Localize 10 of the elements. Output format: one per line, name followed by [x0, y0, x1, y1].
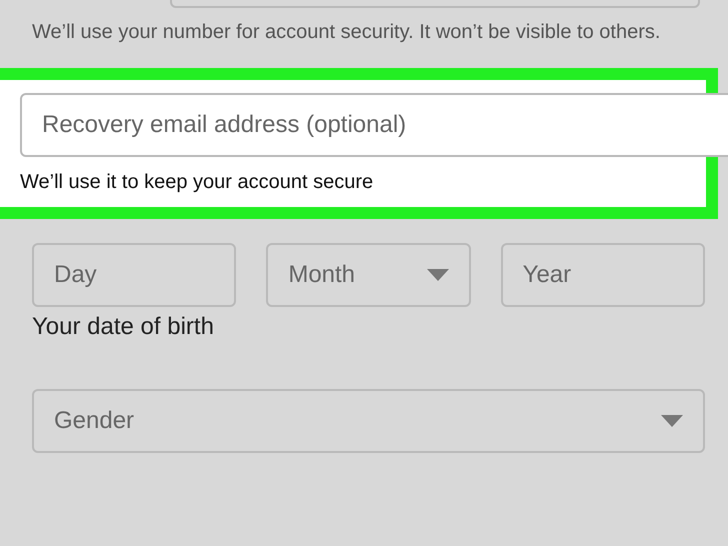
- date-field[interactable]: Year: [500, 243, 705, 307]
- month-select[interactable]: Month: [266, 243, 471, 307]
- gender-select[interactable]: Gender: [32, 389, 705, 453]
- email-field[interactable]: Recovery email address (optional): [20, 93, 728, 157]
- dropdown-icon: [661, 415, 683, 427]
- help-text: We’ll use it to keep your account secure: [20, 171, 374, 194]
- dropdown-icon: [426, 269, 449, 281]
- help-text: We’ll use your number for account security. It won’t be visible to others.: [32, 20, 662, 45]
- field-label: Your date of birth: [32, 313, 215, 341]
- date-field[interactable]: Day: [32, 243, 236, 307]
